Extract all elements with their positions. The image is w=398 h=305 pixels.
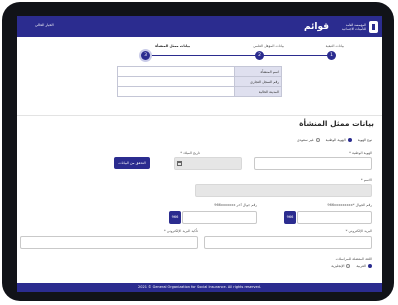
radio-empty-icon	[315, 138, 320, 142]
app-screen: المؤسسة العامة للتأمينات الاجتماعية قوائ…	[17, 16, 382, 292]
stepper-line	[142, 55, 332, 56]
radio-lang-ar[interactable]: العربية	[356, 264, 372, 268]
step-label-2: بيانات المؤهل العلمي	[253, 44, 284, 48]
phone-country-code[interactable]: 966	[284, 211, 296, 224]
radio-lang-ar-label: العربية	[356, 264, 366, 268]
radio-non-saudi[interactable]: غير سعودي	[297, 138, 320, 142]
progress-stepper: بيانات التبعية 1 بيانات المؤهل العلمي 2 …	[17, 38, 382, 66]
step-marker-1[interactable]: 1	[327, 51, 336, 60]
step-label-1: بيانات التبعية	[325, 44, 344, 48]
org-name: المؤسسة العامة للتأمينات الاجتماعية	[341, 22, 366, 31]
phone-input[interactable]	[297, 211, 372, 224]
table-value-cell	[117, 76, 235, 87]
radio-lang-en-label: الإنجليزية	[331, 264, 345, 268]
radio-national-label: الهوية الوطنية	[325, 138, 346, 142]
email-input[interactable]	[204, 236, 372, 249]
radio-other-label: غير سعودي	[296, 138, 314, 142]
radio-selected-icon	[368, 264, 372, 268]
email-confirm-input[interactable]	[20, 236, 198, 249]
table-value-cell	[117, 66, 235, 77]
user-menu[interactable]: الخيار الحالي	[35, 23, 54, 27]
table-row: رقم السجل التجاري	[117, 76, 282, 87]
top-navigation-bar: المؤسسة العامة للتأمينات الاجتماعية قوائ…	[17, 16, 382, 37]
step-label-3: بيانات ممثل المنشأة	[155, 44, 190, 48]
table-value-cell	[117, 86, 235, 97]
section-divider	[17, 115, 382, 116]
brand: المؤسسة العامة للتأمينات الاجتماعية قوائ…	[304, 19, 378, 34]
table-header-cell: اسم المنشأة	[234, 66, 282, 77]
step-marker-2[interactable]: 2	[255, 51, 264, 60]
alt-phone-label: رقم جوال آخر 966xxxxxxx	[214, 203, 257, 207]
establishment-info-table: اسم المنشأة رقم السجل التجاري المدينة ال…	[117, 66, 282, 97]
radio-lang-en[interactable]: الإنجليزية	[331, 264, 351, 268]
table-header-cell: المدينة الحالية	[234, 86, 282, 97]
language-label: اللغة المفضلة للمراسلات	[335, 257, 372, 261]
id-type-radio-group: نوع الهوية الهوية الوطنية غير سعودي	[297, 138, 372, 142]
name-input	[195, 184, 372, 197]
language-radio-group: العربية الإنجليزية	[331, 264, 372, 268]
footer: 2021 © General Organization for Social I…	[17, 283, 382, 292]
app-logo[interactable]: قوائم	[304, 22, 329, 32]
table-row: اسم المنشأة	[117, 66, 282, 77]
email-label: البريد الإلكتروني *	[345, 229, 372, 233]
birth-date-input[interactable]	[174, 157, 242, 170]
table-header-cell: رقم السجل التجاري	[234, 76, 282, 87]
page-title: بيانات ممثل المنشأة	[299, 119, 374, 128]
radio-empty-icon	[346, 264, 351, 268]
table-row: المدينة الحالية	[117, 86, 282, 97]
phone-label: رقم الجوال *966xxxxxxxxx	[327, 203, 372, 207]
national-id-input[interactable]	[254, 157, 372, 170]
device-bezel: المؤسسة العامة للتأمينات الاجتماعية قوائ…	[2, 2, 394, 301]
radio-national-id[interactable]: الهوية الوطنية	[326, 138, 352, 142]
email-confirm-label: تأكيد البريد الإلكتروني *	[163, 229, 198, 233]
national-id-label: الهوية الوطنية *	[349, 151, 372, 155]
alt-phone-input[interactable]	[182, 211, 257, 224]
calendar-icon[interactable]	[177, 161, 182, 166]
org-emblem-icon	[369, 20, 378, 33]
verify-button[interactable]: التحقق من البيانات	[114, 157, 150, 169]
name-label: الاسم *	[360, 178, 372, 182]
radio-selected-icon	[347, 138, 352, 142]
step-marker-3[interactable]: 3	[141, 51, 150, 60]
id-type-label: نوع الهوية	[357, 138, 372, 142]
alt-phone-country-code[interactable]: 966	[169, 211, 181, 224]
birth-date-label: تاريخ الميلاد *	[180, 151, 200, 155]
